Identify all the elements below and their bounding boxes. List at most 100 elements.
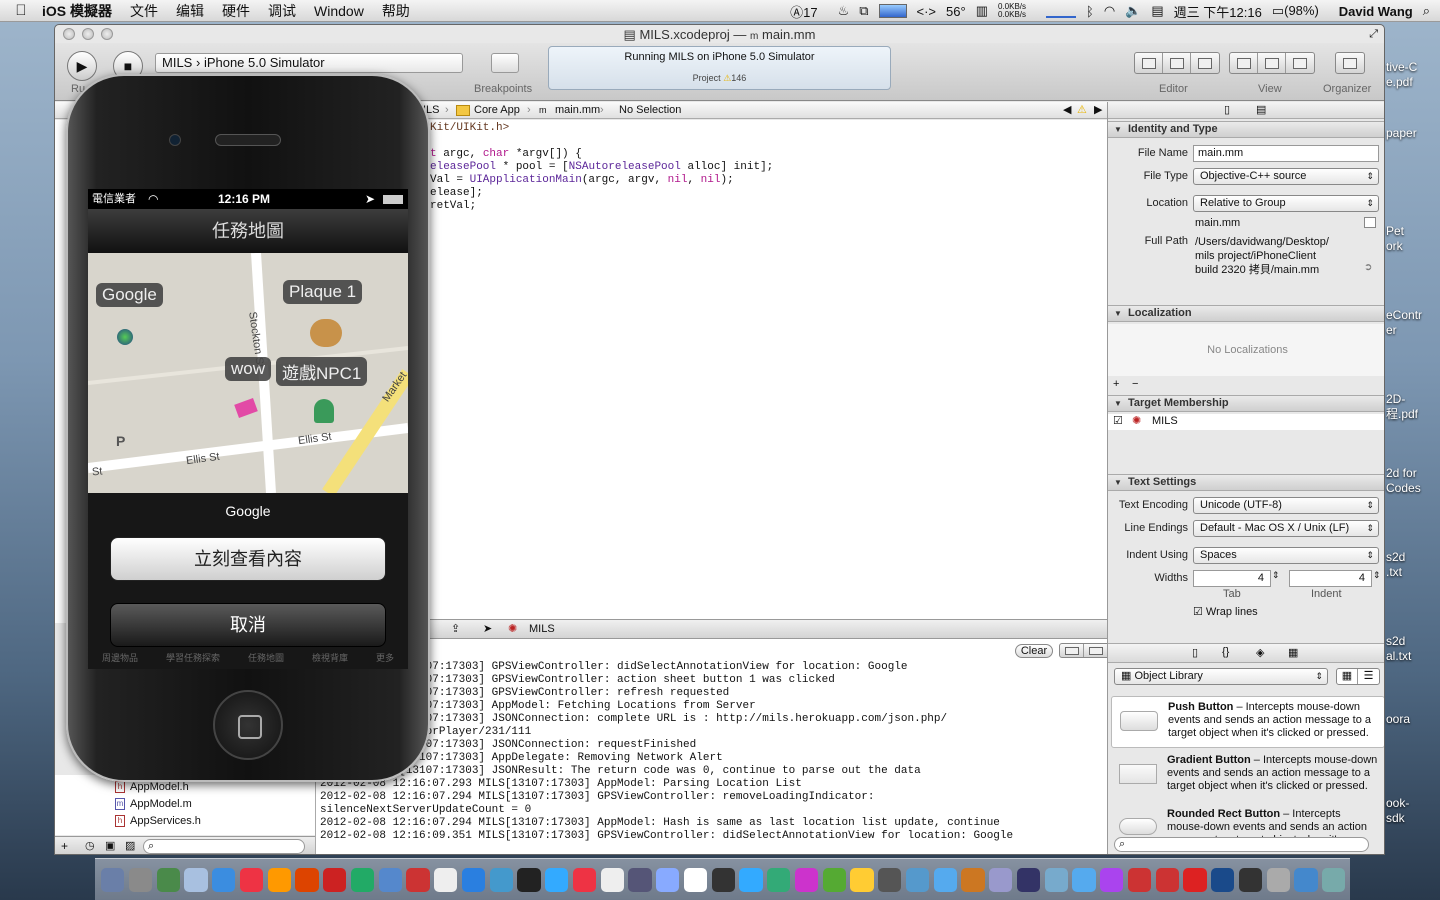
dock-app-icon[interactable] bbox=[905, 867, 930, 892]
step-out-icon[interactable]: ⇪ bbox=[451, 620, 460, 638]
location-icon[interactable]: ➤ bbox=[483, 620, 492, 638]
dock-app-icon[interactable] bbox=[1322, 867, 1346, 892]
utilities-toggle[interactable] bbox=[1286, 53, 1314, 73]
debug-target[interactable]: MILS bbox=[529, 620, 555, 638]
adobe-status-icon[interactable]: Ⓐ17 bbox=[790, 2, 827, 21]
dock-app-icon[interactable] bbox=[961, 867, 985, 892]
library-filter-input[interactable]: ⌕ bbox=[1114, 837, 1369, 852]
clear-console-button[interactable]: Clear bbox=[1015, 644, 1053, 658]
library-type-select[interactable]: ▦ Object Library bbox=[1114, 668, 1328, 685]
dock-app-icon[interactable] bbox=[572, 867, 597, 892]
dock-app-icon[interactable] bbox=[323, 867, 347, 892]
dock-app-icon[interactable] bbox=[517, 867, 541, 892]
user-name[interactable]: David Wang bbox=[1339, 4, 1413, 19]
wifi-icon[interactable]: ◠ bbox=[1104, 3, 1115, 19]
minimize-button[interactable] bbox=[82, 28, 94, 40]
cpu-meter-icon[interactable] bbox=[878, 4, 907, 18]
identity-type-header[interactable]: Identity and Type bbox=[1108, 121, 1384, 138]
warning-count[interactable]: 146 bbox=[731, 73, 746, 83]
dock-app-icon[interactable] bbox=[1072, 867, 1096, 892]
unsaved-files-icon[interactable]: ▣ bbox=[105, 839, 115, 852]
next-issue-icon[interactable]: ▶ bbox=[1094, 102, 1102, 118]
temperature[interactable]: 56° bbox=[946, 4, 966, 19]
choose-file-icon[interactable] bbox=[1364, 217, 1376, 228]
flag-icon[interactable]: ▤ bbox=[1151, 3, 1163, 19]
run-button[interactable]: ▶ bbox=[67, 51, 97, 81]
menu-app-name[interactable]: iOS 模擬器 bbox=[42, 1, 112, 21]
dock-app-icon[interactable] bbox=[461, 867, 486, 892]
globe-icon[interactable] bbox=[117, 329, 133, 345]
debug-console[interactable]: :06.311 MILS[13107:17303] GPSViewControl… bbox=[315, 639, 1107, 854]
tab-inventory[interactable]: 檢視背庫 bbox=[312, 651, 348, 669]
media-library-icon[interactable]: ▦ bbox=[1288, 646, 1298, 659]
map-pin-plaque[interactable]: Plaque 1 bbox=[283, 280, 363, 304]
dock-app-icon[interactable] bbox=[239, 867, 264, 892]
dock-app-icon[interactable] bbox=[1238, 867, 1263, 892]
dock-app-icon[interactable] bbox=[656, 867, 680, 892]
file-template-library-icon[interactable]: ▯ bbox=[1192, 646, 1198, 659]
tab-more[interactable]: 更多 bbox=[376, 651, 394, 669]
dock-app-icon[interactable] bbox=[101, 867, 125, 892]
file-name-field[interactable]: main.mm bbox=[1193, 145, 1379, 162]
warning-icon[interactable]: ⚠ bbox=[1077, 102, 1087, 118]
desktop-file-icon[interactable]: eContr er bbox=[1386, 308, 1440, 338]
menu-hardware[interactable]: 硬件 bbox=[222, 1, 250, 21]
quick-help-icon[interactable]: ▤ bbox=[1256, 103, 1266, 116]
object-library-icon[interactable]: ◈ bbox=[1256, 646, 1264, 659]
dock-app-icon[interactable] bbox=[933, 867, 957, 892]
target-checkbox[interactable]: ☑ bbox=[1113, 414, 1123, 427]
network-meter[interactable]: 0.0KB/s 0.0KB/s bbox=[998, 3, 1036, 19]
net-graph-icon[interactable] bbox=[1046, 4, 1077, 18]
dock-app-icon[interactable] bbox=[1211, 867, 1235, 892]
cancel-button[interactable]: 取消 bbox=[110, 603, 386, 647]
code-icon[interactable]: <·> bbox=[917, 4, 937, 19]
dock-app-icon[interactable] bbox=[434, 867, 458, 892]
indent-using-select[interactable]: Spaces bbox=[1193, 547, 1379, 564]
standard-editor-button[interactable] bbox=[1135, 53, 1163, 73]
dock-app-icon[interactable] bbox=[822, 867, 846, 892]
dock-app-icon[interactable] bbox=[1127, 867, 1152, 892]
navigator-filter-input[interactable]: ⌕ bbox=[143, 839, 305, 854]
dock-app-icon[interactable] bbox=[989, 867, 1013, 892]
desktop-file-icon[interactable]: 2D- 程.pdf bbox=[1386, 392, 1440, 422]
dock-app-icon[interactable] bbox=[794, 867, 819, 892]
breakpoints-button[interactable] bbox=[491, 53, 519, 73]
text-encoding-select[interactable]: Unicode (UTF-8) bbox=[1193, 497, 1379, 514]
home-button[interactable] bbox=[213, 690, 283, 760]
dock-app-icon[interactable] bbox=[378, 867, 402, 892]
indent-width-stepper[interactable]: ⇕ bbox=[1373, 570, 1381, 581]
list-view-icon[interactable]: ☰ bbox=[1358, 669, 1379, 684]
dock-app-icon[interactable] bbox=[1183, 867, 1207, 892]
navigator-file[interactable]: h AppServices.h bbox=[115, 815, 201, 827]
map-pin-google[interactable]: Google bbox=[96, 283, 163, 307]
dock-app-icon[interactable] bbox=[1294, 867, 1318, 892]
dock-app-icon[interactable] bbox=[1016, 867, 1041, 892]
version-editor-button[interactable] bbox=[1191, 53, 1219, 73]
desktop-file-icon[interactable]: s2d .txt bbox=[1386, 550, 1440, 580]
add-icon[interactable]: + bbox=[61, 839, 68, 853]
desktop-file-icon[interactable]: 2d for Codes bbox=[1386, 466, 1440, 496]
zoom-button[interactable] bbox=[101, 28, 113, 40]
dock-app-icon[interactable] bbox=[128, 867, 153, 892]
tab-width-stepper[interactable]: ⇕ bbox=[1272, 570, 1280, 581]
dock-app-icon[interactable] bbox=[267, 867, 291, 892]
tab-quests[interactable]: 學習任務探索 bbox=[166, 651, 220, 669]
wrap-lines-checkbox[interactable]: ☑ Wrap lines bbox=[1193, 605, 1258, 618]
dock-app-icon[interactable] bbox=[683, 867, 708, 892]
dock-app-icon[interactable] bbox=[1155, 867, 1179, 892]
localization-header[interactable]: Localization bbox=[1108, 305, 1384, 322]
add-localization-icon[interactable]: + bbox=[1113, 378, 1119, 390]
jump-group[interactable]: Core App bbox=[474, 102, 520, 118]
library-item-push-button[interactable]: Push Button – Intercepts mouse-down even… bbox=[1111, 696, 1384, 748]
console-both-view-button[interactable] bbox=[1084, 644, 1108, 657]
dock-app-icon[interactable] bbox=[489, 867, 513, 892]
dock-app-icon[interactable] bbox=[1266, 867, 1290, 892]
jump-file[interactable]: main.mm bbox=[555, 102, 600, 118]
dock-app-icon[interactable] bbox=[1044, 867, 1068, 892]
person-icon[interactable] bbox=[314, 399, 334, 423]
dock-app-icon[interactable] bbox=[545, 867, 569, 892]
battery-icon[interactable]: ▭(98%) bbox=[1272, 3, 1329, 19]
bluetooth-icon[interactable]: ᛒ bbox=[1086, 4, 1094, 19]
dock-app-icon[interactable] bbox=[295, 867, 319, 892]
jump-selection[interactable]: No Selection bbox=[619, 102, 681, 118]
